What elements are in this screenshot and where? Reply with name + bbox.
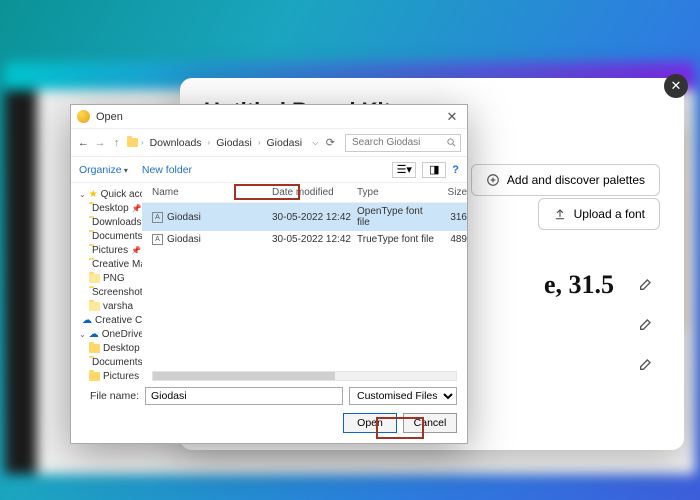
tree-item[interactable]: ⌄★Quick access	[73, 187, 140, 201]
edit-subheading-button[interactable]	[638, 316, 656, 334]
close-panel-button[interactable]: ✕	[664, 74, 688, 98]
search-input[interactable]	[345, 134, 461, 152]
upload-font-button[interactable]: Upload a font	[538, 198, 660, 230]
tree-item[interactable]: Downloads📌	[73, 215, 140, 229]
view-mode-button[interactable]: ☰▾	[392, 162, 416, 178]
col-size[interactable]: Size	[435, 187, 467, 198]
tree-item[interactable]: Desktop	[73, 341, 140, 355]
preview-pane-button[interactable]: ◨	[422, 162, 446, 178]
filename-input[interactable]	[145, 387, 343, 405]
tree-item[interactable]: Screenshots	[73, 285, 140, 299]
col-name[interactable]: Name	[152, 187, 272, 198]
open-button[interactable]: Open	[343, 413, 397, 433]
col-type[interactable]: Type	[357, 187, 435, 198]
edit-body-button[interactable]	[638, 356, 656, 374]
nav-up-button[interactable]: ↑	[110, 133, 123, 153]
crumb-downloads[interactable]: Downloads	[147, 135, 205, 151]
dialog-footer: File name: Customised Files Open Cancel	[71, 381, 467, 443]
nav-forward-button[interactable]: →	[94, 133, 107, 153]
tree-item[interactable]: Documents📌	[73, 229, 140, 243]
folder-tree: ⌄★Quick accessDesktop📌Downloads📌Document…	[71, 183, 142, 381]
crumb-giodasi-1[interactable]: Giodasi	[213, 135, 255, 151]
file-list: Name Date modified Type Size AGiodasi30-…	[142, 183, 467, 381]
tree-item[interactable]: ☁Creative Cloud Fil…	[73, 313, 140, 327]
file-row[interactable]: AGiodasi30-05-2022 12:42OpenType font fi…	[142, 203, 467, 231]
plus-circle-icon	[486, 173, 500, 187]
file-list-header: Name Date modified Type Size	[142, 183, 467, 203]
organize-menu[interactable]: Organize	[79, 164, 128, 176]
crumb-dropdown[interactable]: ⌵	[309, 133, 322, 153]
font-sample-heading: e, 31.5	[544, 270, 614, 300]
folder-icon	[127, 138, 138, 147]
dialog-titlebar: Open ✕	[71, 105, 467, 129]
file-row[interactable]: AGiodasi30-05-2022 12:42TrueType font fi…	[142, 231, 467, 248]
dialog-title: Open	[96, 111, 443, 123]
search-icon	[446, 137, 457, 148]
cancel-button[interactable]: Cancel	[403, 413, 457, 433]
tree-item[interactable]: Creative Market	[73, 257, 140, 271]
nav-back-button[interactable]: ←	[77, 133, 90, 153]
file-type-filter[interactable]: Customised Files	[349, 387, 457, 405]
file-open-dialog: Open ✕ ← → ↑ › Downloads › Giodasi › Gio…	[70, 104, 468, 444]
tree-item[interactable]: Pictures📌	[73, 243, 140, 257]
dialog-toolbar: Organize New folder ☰▾ ◨ ?	[71, 157, 467, 183]
new-folder-button[interactable]: New folder	[142, 164, 192, 176]
crumb-giodasi-2[interactable]: Giodasi	[264, 135, 306, 151]
horizontal-scrollbar[interactable]	[152, 371, 457, 381]
add-palettes-button[interactable]: Add and discover palettes	[471, 164, 660, 196]
filename-label: File name:	[81, 390, 139, 402]
tree-item[interactable]: ⌄☁OneDrive - Person	[73, 327, 140, 341]
breadcrumb: › Downloads › Giodasi › Giodasi	[127, 135, 305, 151]
tree-item[interactable]: PNG	[73, 271, 140, 285]
edit-heading-button[interactable]	[638, 276, 656, 294]
app-icon	[77, 110, 90, 123]
tree-item[interactable]: Documents	[73, 355, 140, 369]
col-date[interactable]: Date modified	[272, 187, 357, 198]
dialog-nav: ← → ↑ › Downloads › Giodasi › Giodasi ⌵ …	[71, 129, 467, 157]
help-button[interactable]: ?	[452, 164, 459, 176]
tree-item[interactable]: Pictures	[73, 369, 140, 381]
tree-item[interactable]: Desktop📌	[73, 201, 140, 215]
upload-icon	[553, 207, 567, 221]
tree-item[interactable]: varsha	[73, 299, 140, 313]
dialog-close-button[interactable]: ✕	[443, 109, 461, 125]
refresh-button[interactable]: ⟳	[326, 136, 335, 149]
